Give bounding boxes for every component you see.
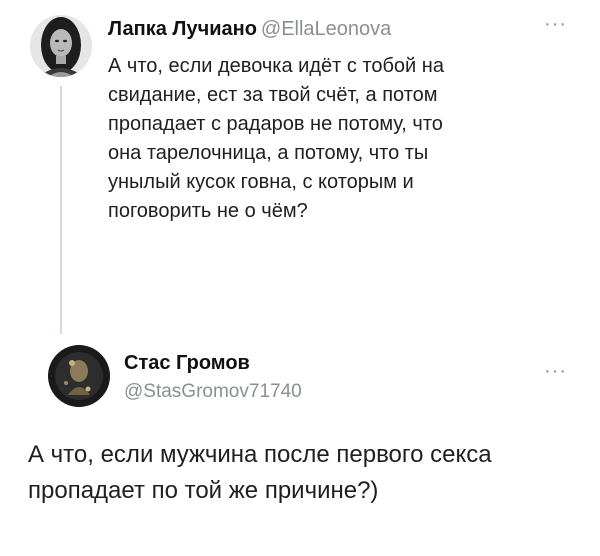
author-handle-2[interactable]: @StasGromov71740 (124, 381, 302, 403)
avatar-photo-1 (30, 15, 92, 77)
tweet-1-text: А что, если девочка идёт с тобой на свид… (108, 55, 444, 222)
author-name-2[interactable]: Стас Громов (124, 352, 250, 375)
thread-connector-line (60, 86, 62, 334)
tweet-2-text: А что, если мужчина после первого секса … (28, 441, 492, 504)
avatar-photo-2 (48, 345, 110, 407)
tweet-1-header: Лапка Лучиано @EllaLeonova (108, 18, 391, 41)
author-name-1[interactable]: Лапка Лучиано (108, 18, 257, 40)
more-options-icon[interactable]: ··· (544, 361, 567, 381)
more-options-icon[interactable]: ··· (544, 14, 567, 34)
author-avatar-1[interactable] (30, 15, 92, 77)
author-avatar-2[interactable] (48, 345, 110, 407)
author-handle-1[interactable]: @EllaLeonova (261, 18, 391, 40)
